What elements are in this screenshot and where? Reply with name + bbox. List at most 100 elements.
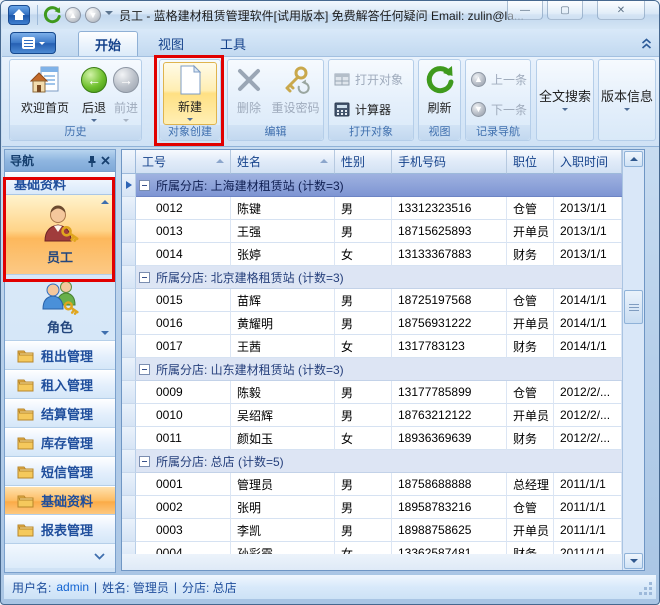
open-object-button[interactable]: 打开对象 (334, 68, 403, 90)
cell-name: 苗辉 (231, 289, 335, 312)
table-row[interactable]: 0017王茜女1317783123财务2014/1/1 (122, 335, 622, 358)
employee-table: 工号姓名性别手机号码职位入职时间 所属分店: 上海建材租赁站 (计数=3)001… (121, 149, 645, 571)
minimize-button[interactable]: — (507, 1, 543, 20)
close-button[interactable]: ✕ (597, 1, 645, 20)
sidebar-folder-item[interactable]: 结算管理 (5, 399, 115, 428)
folder-icon (17, 378, 34, 392)
table-body: 所属分店: 上海建材租赁站 (计数=3)0012陈键男13312323516仓管… (122, 174, 622, 554)
delete-button[interactable]: 删除 (230, 62, 268, 125)
column-header-name[interactable]: 姓名 (231, 150, 335, 174)
column-header-employee-id[interactable]: 工号 (136, 150, 231, 174)
cell-hire-date: 2011/1/1 (554, 496, 622, 519)
sidebar-folder-item[interactable]: 租出管理 (5, 341, 115, 370)
cell-hire-date: 2011/1/1 (554, 519, 622, 542)
group-row[interactable]: 所属分店: 山东建材租赁站 (计数=3) (122, 358, 622, 381)
close-pane-icon[interactable] (101, 156, 110, 165)
scrollbar-up-icon[interactable] (624, 151, 643, 167)
previous-record-button[interactable]: ▲ 上一条 (471, 68, 527, 90)
cell-gender: 男 (335, 496, 392, 519)
sidebar-footer[interactable] (5, 544, 115, 568)
column-header-gender[interactable]: 性别 (335, 150, 392, 174)
forward-button[interactable]: → 前进 (110, 62, 142, 125)
maximize-button[interactable]: ▢ (547, 1, 583, 20)
application-menu-button[interactable] (10, 32, 56, 54)
home-icon[interactable] (8, 5, 30, 25)
status-separator: | (94, 580, 97, 594)
vertical-scrollbar[interactable] (622, 150, 644, 570)
table-row[interactable]: 0011颜如玉女18936369639财务2012/2/... (122, 427, 622, 450)
scroll-up-icon[interactable] (101, 200, 109, 204)
sidebar-folder-item[interactable]: 基础资料 (5, 486, 115, 515)
welcome-home-icon (29, 62, 61, 98)
pin-icon[interactable] (87, 155, 97, 167)
row-indicator (122, 427, 136, 450)
sidebar-item-employee[interactable]: 员工 (5, 195, 115, 275)
table-row[interactable]: 0002张明男18958783216仓管2011/1/1 (122, 496, 622, 519)
sort-ascending-icon (320, 159, 328, 163)
sidebar-item-role[interactable]: 角色 (5, 275, 115, 341)
scrollbar-down-icon[interactable] (624, 553, 643, 569)
sidebar-folder-label: 基础资料 (41, 491, 93, 510)
previous-record-icon: ▲ (471, 72, 486, 87)
title-bar[interactable]: ▲ ▼ 员工 - 蓝格建材租赁管理软件[试用版本] 免费解答任何疑问 Email… (1, 1, 659, 29)
row-indicator (122, 473, 136, 496)
group-row[interactable]: 所属分店: 上海建材租赁站 (计数=3) (122, 174, 622, 197)
employee-icon (39, 203, 81, 245)
table-row[interactable]: 0004孙彩霞女13362587481财务2011/1/1 (122, 542, 622, 554)
column-header-position[interactable]: 职位 (507, 150, 554, 174)
fulltext-search-dropdown-icon (562, 108, 568, 114)
back-button[interactable]: ← 后退 (78, 62, 110, 125)
reset-password-button[interactable]: 重设密码 (268, 62, 323, 125)
collapse-group-icon[interactable] (139, 456, 150, 467)
table-row[interactable]: 0009陈毅男13177785899仓管2012/2/... (122, 381, 622, 404)
column-header-hire-date[interactable]: 入职时间 (554, 150, 622, 174)
group-label: 所属分店: 山东建材租赁站 (计数=3) (156, 361, 344, 378)
table-row[interactable]: 0013王强男18715625893开单员2013/1/1 (122, 220, 622, 243)
titlebar-refresh-icon[interactable] (43, 5, 62, 29)
new-button[interactable]: 新建 (163, 62, 217, 125)
row-indicator (122, 197, 136, 220)
collapse-ribbon-icon[interactable] (641, 37, 652, 55)
titlebar-dropdown-icon[interactable] (105, 11, 113, 19)
resize-grip[interactable] (639, 582, 652, 595)
sidebar-folder-item[interactable]: 报表管理 (5, 515, 115, 544)
open-object-icon (334, 73, 350, 86)
group-row[interactable]: 所属分店: 北京建格租赁站 (计数=3) (122, 266, 622, 289)
table-row[interactable]: 0016黄耀明男18756931222开单员2014/1/1 (122, 312, 622, 335)
group-header-cell: 所属分店: 上海建材租赁站 (计数=3) (136, 174, 622, 197)
sidebar-folder-item[interactable]: 租入管理 (5, 370, 115, 399)
titlebar-down-icon[interactable]: ▼ (85, 7, 101, 23)
scroll-down-icon[interactable] (101, 331, 109, 335)
table-row[interactable]: 0014张婷女13133367883财务2013/1/1 (122, 243, 622, 266)
fulltext-search-button[interactable]: 全文搜索 (539, 62, 591, 138)
collapse-group-icon[interactable] (139, 180, 150, 191)
sidebar-folder-item[interactable]: 库存管理 (5, 428, 115, 457)
sidebar-folder-item[interactable]: 短信管理 (5, 457, 115, 486)
back-dropdown-icon[interactable] (91, 119, 97, 125)
sidebar-folder-list: 租出管理租入管理结算管理库存管理短信管理基础资料报表管理 (5, 341, 115, 544)
version-info-button[interactable]: 版本信息 (601, 62, 653, 138)
table-row[interactable]: 0001管理员男18758688888总经理2011/1/1 (122, 473, 622, 496)
tab-tools[interactable]: 工具 (204, 31, 262, 56)
table-row[interactable]: 0003李凯男18988758625开单员2011/1/1 (122, 519, 622, 542)
scrollbar-thumb[interactable] (624, 290, 643, 324)
table-row[interactable]: 0010吴绍辉男18763212122开单员2012/2/... (122, 404, 622, 427)
cell-name: 陈毅 (231, 381, 335, 404)
next-record-label: 下一条 (491, 101, 527, 118)
collapse-group-icon[interactable] (139, 272, 150, 283)
row-indicator (122, 289, 136, 312)
table-row[interactable]: 0012陈键男13312323516仓管2013/1/1 (122, 197, 622, 220)
new-document-icon (175, 63, 205, 97)
tab-view[interactable]: 视图 (142, 31, 200, 56)
column-header-phone[interactable]: 手机号码 (392, 150, 507, 174)
collapse-group-icon[interactable] (139, 364, 150, 375)
table-row[interactable]: 0015苗辉男18725197568仓管2014/1/1 (122, 289, 622, 312)
group-row[interactable]: 所属分店: 总店 (计数=5) (122, 450, 622, 473)
calculator-button[interactable]: 计算器 (334, 98, 391, 120)
titlebar-up-icon[interactable]: ▲ (65, 7, 81, 23)
refresh-button[interactable]: 刷新 (421, 62, 458, 125)
welcome-home-button[interactable]: 欢迎首页 (13, 62, 77, 125)
next-record-button[interactable]: ▼ 下一条 (471, 98, 527, 120)
tab-start[interactable]: 开始 (78, 31, 138, 56)
new-dropdown-icon[interactable] (187, 118, 193, 124)
